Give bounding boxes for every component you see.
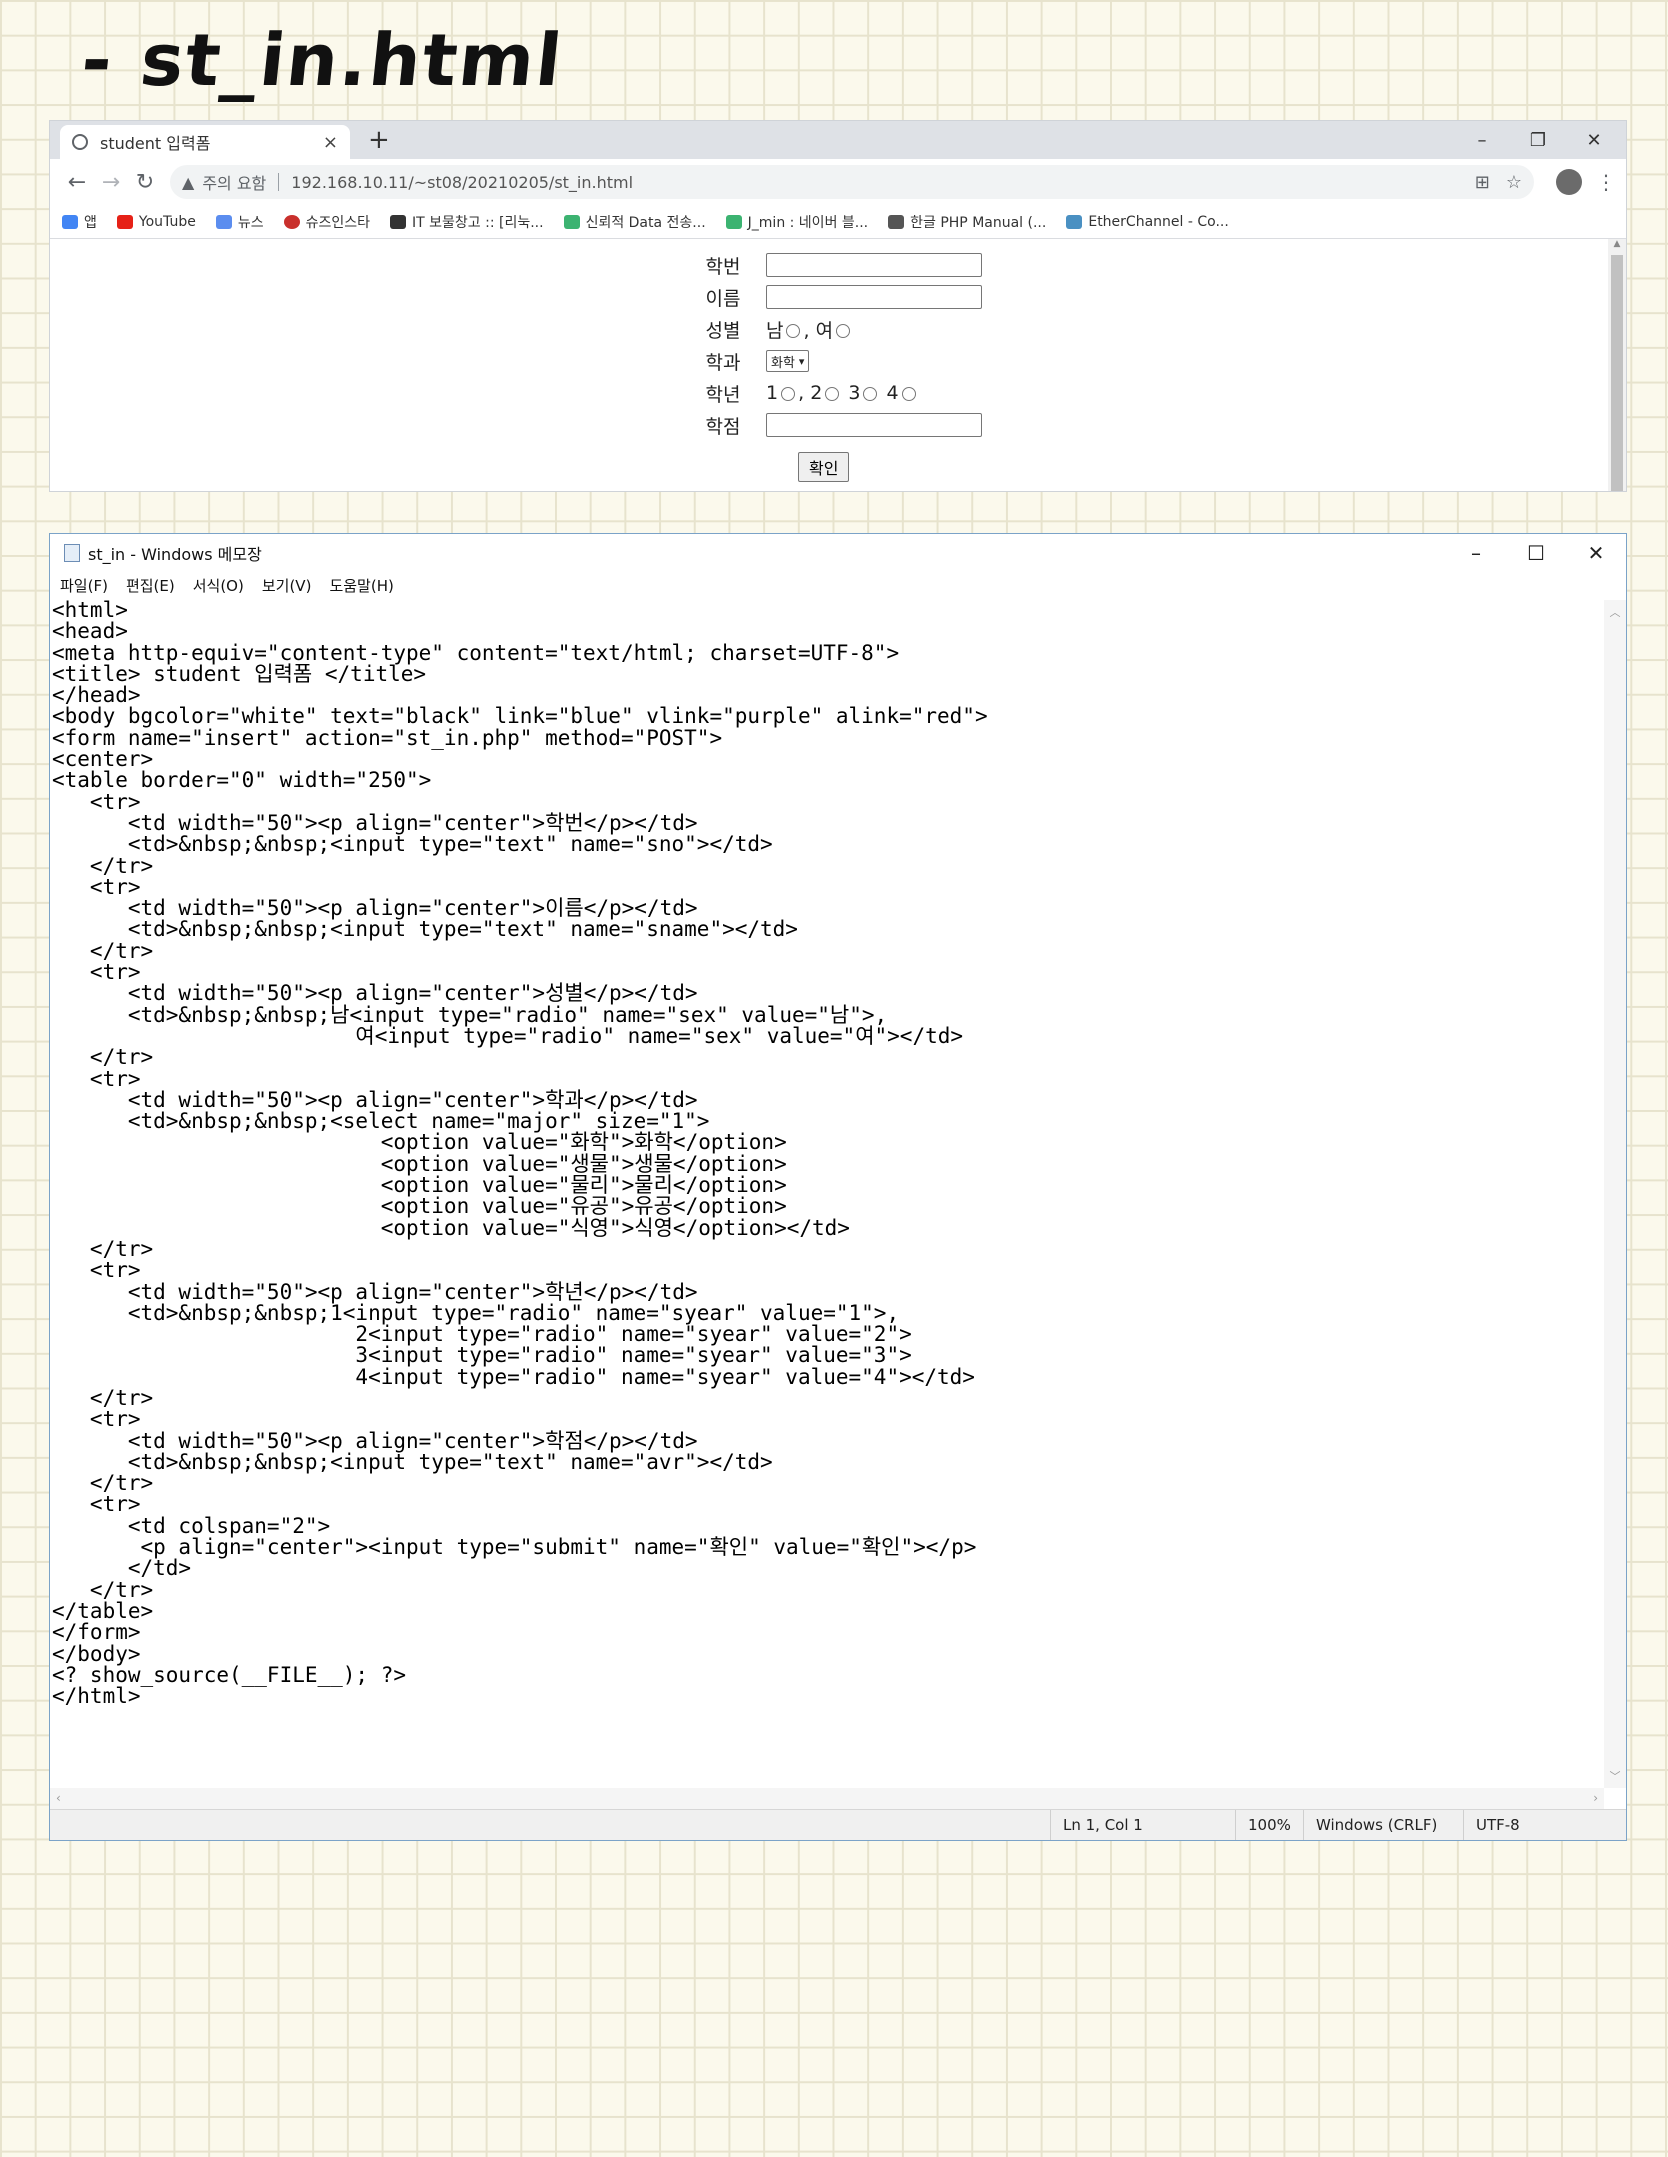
avr-label: 학점 bbox=[705, 415, 741, 438]
tab-close-icon[interactable]: × bbox=[323, 132, 338, 153]
page-scrollbar[interactable]: ▲ bbox=[1608, 239, 1626, 491]
minimize-button[interactable]: – bbox=[1446, 534, 1506, 572]
notepad-title: st_in - Windows 메모장 bbox=[88, 545, 262, 564]
year-radio-3[interactable] bbox=[863, 386, 878, 401]
cisco-icon bbox=[1066, 214, 1083, 229]
tab-title: student 입력폼 bbox=[100, 134, 211, 153]
forward-button[interactable]: → bbox=[94, 170, 128, 195]
handwritten-title: - st_in.html bbox=[77, 18, 568, 102]
bookmark-item[interactable]: 슈즈인스타 bbox=[283, 212, 370, 232]
site-icon bbox=[390, 214, 406, 229]
sno-input[interactable] bbox=[766, 253, 982, 277]
maximize-button[interactable]: ☐ bbox=[1506, 534, 1566, 572]
notepad-icon bbox=[64, 544, 80, 562]
vertical-scrollbar[interactable]: ︿ ﹀ bbox=[1604, 600, 1626, 1788]
bookmark-item[interactable]: YouTube bbox=[116, 214, 196, 230]
tab-student-form[interactable]: student 입력폼 × bbox=[60, 125, 350, 159]
text-editor[interactable]: <html> <head> <meta http-equiv="content-… bbox=[50, 600, 1604, 1788]
avr-input[interactable] bbox=[766, 413, 982, 437]
sex-separator: , bbox=[803, 319, 810, 342]
major-select[interactable]: 화학 ▾ bbox=[766, 350, 810, 372]
scroll-down-icon[interactable]: ﹀ bbox=[1604, 1768, 1626, 1784]
submit-button[interactable]: 확인 bbox=[798, 452, 850, 482]
translate-icon[interactable]: ⊞ bbox=[1475, 172, 1490, 193]
apps-grid-icon bbox=[62, 214, 78, 229]
menu-edit[interactable]: 편집(E) bbox=[126, 575, 175, 596]
security-status[interactable]: 주의 요함 bbox=[202, 170, 266, 194]
back-button[interactable]: ← bbox=[60, 170, 94, 195]
bookmark-star-icon[interactable]: ☆ bbox=[1506, 172, 1522, 193]
close-window-button[interactable]: ✕ bbox=[1566, 534, 1626, 572]
globe-icon bbox=[72, 134, 88, 150]
bookmark-item[interactable]: 앱 bbox=[62, 212, 97, 232]
major-label: 학과 bbox=[705, 351, 741, 374]
bookmark-item[interactable]: 신뢰적 Data 전송... bbox=[563, 212, 706, 232]
sno-label: 학번 bbox=[705, 255, 741, 278]
manual-icon bbox=[888, 214, 905, 229]
sex-label: 성별 bbox=[705, 319, 741, 342]
news-icon bbox=[215, 214, 232, 229]
line-ending: Windows (CRLF) bbox=[1303, 1810, 1463, 1840]
chevron-down-icon: ▾ bbox=[798, 354, 805, 368]
year-label: 학년 bbox=[705, 383, 741, 406]
browser-toolbar: ← → ↻ ▲ 주의 요함 192.168.10.11/~st08/202102… bbox=[50, 159, 1626, 205]
scroll-thumb[interactable] bbox=[1611, 255, 1623, 491]
restore-button[interactable]: ❐ bbox=[1510, 121, 1566, 159]
source-code[interactable]: <html> <head> <meta http-equiv="content-… bbox=[50, 600, 1604, 1707]
site-icon bbox=[283, 214, 300, 229]
notepad-menubar: 파일(F) 편집(E) 서식(O) 보기(V) 도움말(H) bbox=[50, 572, 1626, 598]
profile-avatar[interactable] bbox=[1556, 169, 1582, 195]
menu-file[interactable]: 파일(F) bbox=[60, 575, 108, 596]
status-bar: Ln 1, Col 1 100% Windows (CRLF) UTF-8 bbox=[50, 1809, 1626, 1840]
notepad-titlebar[interactable]: st_in - Windows 메모장 – ☐ ✕ bbox=[50, 534, 1626, 572]
year-radio-4[interactable] bbox=[901, 386, 916, 401]
bookmarks-bar: 앱 YouTube 뉴스 슈즈인스타 IT 보물창고 :: [리눅... 신뢰적… bbox=[50, 205, 1626, 239]
year-radio-1[interactable] bbox=[781, 386, 796, 401]
bookmark-item[interactable]: 뉴스 bbox=[215, 212, 264, 232]
horizontal-scrollbar[interactable]: ‹ › bbox=[50, 1788, 1604, 1810]
url-text[interactable]: 192.168.10.11/~st08/20210205/st_in.html bbox=[291, 173, 1458, 192]
omnibox-divider bbox=[278, 173, 280, 191]
scroll-up-icon[interactable]: ▲ bbox=[1608, 239, 1626, 253]
page-content: 학번 이름 성별 남, 여 학과 화학 ▾ 학년 1, 2 3 4 학점 확인 … bbox=[50, 239, 1626, 491]
sname-label: 이름 bbox=[705, 287, 741, 310]
bookmark-item[interactable]: EtherChannel - Co... bbox=[1066, 214, 1229, 230]
sex-male-radio[interactable] bbox=[786, 324, 801, 338]
menu-view[interactable]: 보기(V) bbox=[262, 575, 312, 596]
reload-button[interactable]: ↻ bbox=[128, 170, 162, 195]
browser-menu-icon[interactable]: ⋮ bbox=[1596, 170, 1616, 194]
sex-female-label: 여 bbox=[815, 319, 834, 342]
browser-window: student 입력폼 × + – ❐ ✕ ← → ↻ ▲ 주의 요함 192.… bbox=[49, 120, 1627, 492]
minimize-button[interactable]: – bbox=[1454, 121, 1510, 159]
sname-input[interactable] bbox=[766, 285, 982, 309]
encoding: UTF-8 bbox=[1463, 1810, 1626, 1840]
youtube-icon bbox=[116, 214, 133, 229]
sex-female-radio[interactable] bbox=[836, 324, 851, 338]
zoom-level: 100% bbox=[1235, 1810, 1303, 1840]
bookmark-item[interactable]: IT 보물창고 :: [리눅... bbox=[390, 212, 544, 232]
warning-icon: ▲ bbox=[182, 172, 195, 192]
menu-help[interactable]: 도움말(H) bbox=[329, 575, 393, 596]
bookmark-item[interactable]: J_min : 네이버 블... bbox=[725, 212, 868, 232]
address-bar[interactable]: ▲ 주의 요함 192.168.10.11/~st08/20210205/st_… bbox=[170, 165, 1534, 199]
new-tab-button[interactable]: + bbox=[368, 125, 390, 155]
bookmark-item[interactable]: 한글 PHP Manual (... bbox=[888, 212, 1046, 232]
year-radio-2[interactable] bbox=[825, 386, 840, 401]
blog-icon bbox=[725, 214, 742, 229]
menu-format[interactable]: 서식(O) bbox=[193, 575, 244, 596]
scroll-left-icon[interactable]: ‹ bbox=[56, 1791, 61, 1805]
scroll-right-icon[interactable]: › bbox=[1593, 1791, 1598, 1805]
sex-male-label: 남 bbox=[766, 319, 784, 342]
notepad-window: st_in - Windows 메모장 – ☐ ✕ 파일(F) 편집(E) 서식… bbox=[49, 533, 1627, 1841]
blog-icon bbox=[563, 214, 580, 229]
tab-strip: student 입력폼 × + – ❐ ✕ bbox=[50, 121, 1626, 159]
scroll-up-icon[interactable]: ︿ bbox=[1604, 604, 1626, 620]
close-window-button[interactable]: ✕ bbox=[1566, 121, 1622, 159]
cursor-position: Ln 1, Col 1 bbox=[1050, 1810, 1235, 1840]
student-form: 학번 이름 성별 남, 여 학과 화학 ▾ 학년 1, 2 3 4 학점 bbox=[680, 249, 982, 441]
